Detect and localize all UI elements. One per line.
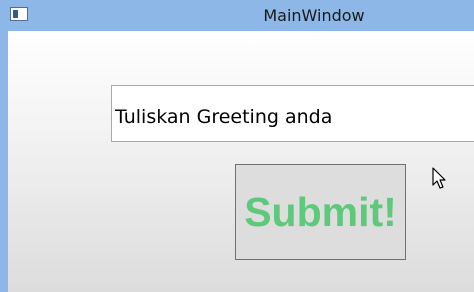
- submit-button[interactable]: Submit!: [235, 164, 406, 260]
- main-window: MainWindow Submit!: [0, 0, 474, 292]
- mouse-cursor-icon: [432, 167, 446, 189]
- window-title: MainWindow: [263, 6, 365, 25]
- window-client-area: Submit!: [8, 31, 474, 292]
- greeting-input[interactable]: [111, 85, 474, 142]
- title-bar[interactable]: MainWindow: [0, 0, 474, 31]
